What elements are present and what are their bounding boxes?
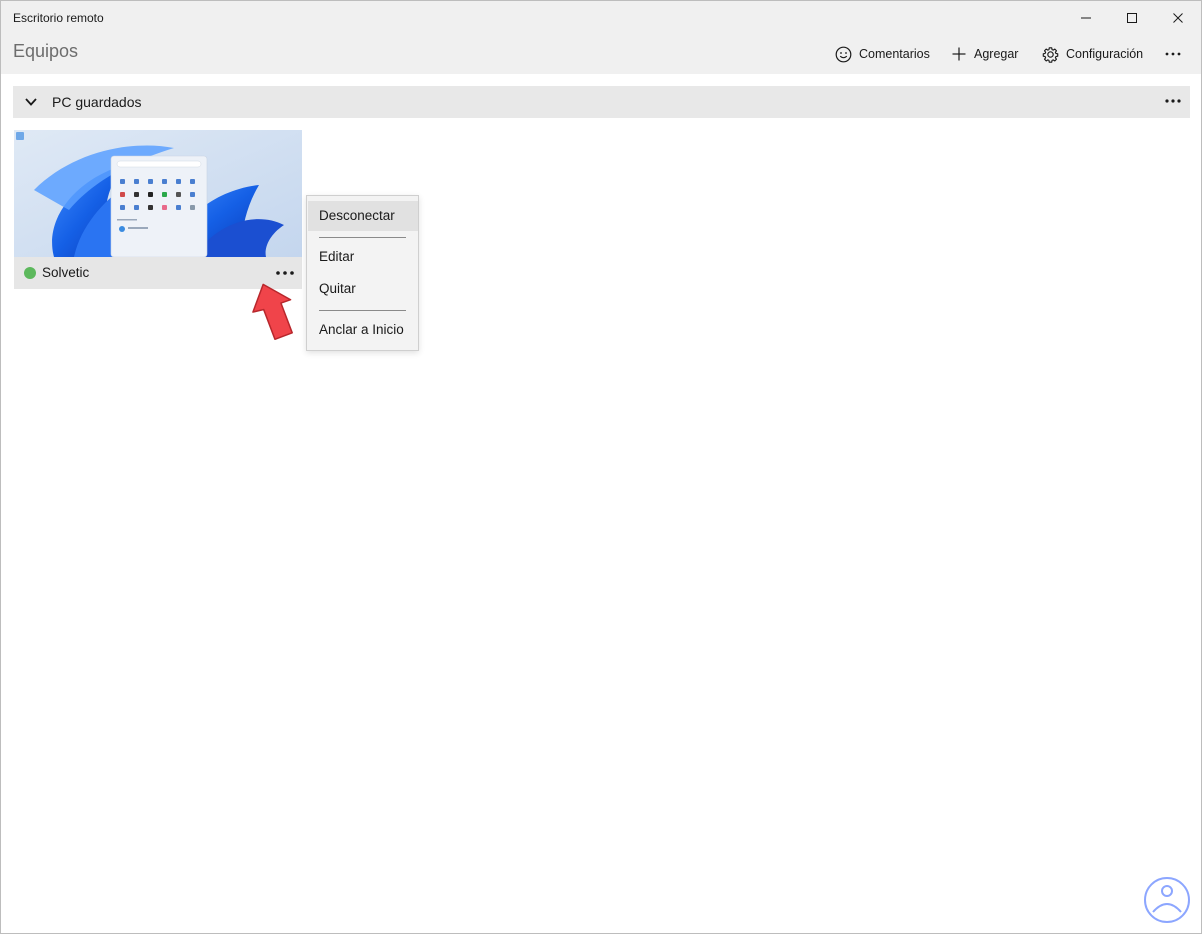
menu-item-quitar[interactable]: Quitar	[308, 274, 418, 304]
gear-icon	[1042, 46, 1059, 63]
configuracion-button[interactable]: Configuración	[1042, 41, 1143, 67]
maximize-button[interactable]	[1109, 1, 1155, 35]
status-indicator	[24, 267, 36, 279]
maximize-icon	[1127, 13, 1137, 23]
title-bar[interactable]: Escritorio remoto	[1, 1, 1201, 35]
agregar-label: Agregar	[974, 47, 1019, 61]
comentarios-button[interactable]: Comentarios	[835, 41, 930, 67]
close-icon	[1173, 13, 1183, 23]
menu-item-desconectar[interactable]: Desconectar	[308, 201, 418, 231]
group-label: PC guardados	[52, 94, 142, 110]
smiley-icon	[835, 46, 852, 62]
annotation-arrow-icon	[252, 283, 293, 341]
page-title: Equipos	[13, 41, 79, 61]
minimize-icon	[1081, 17, 1091, 19]
plus-icon	[952, 47, 966, 61]
minimize-button[interactable]	[1063, 1, 1109, 35]
menu-item-editar[interactable]: Editar	[308, 242, 418, 272]
context-menu: Desconectar Editar Quitar Anclar a Inici…	[306, 195, 419, 351]
app-window: Escritorio remoto Equipos Comentarios Ag…	[0, 0, 1202, 934]
command-bar: Equipos Comentarios Agregar Configuració	[1, 35, 1201, 74]
configuracion-label: Configuración	[1066, 47, 1144, 61]
menu-item-label: Desconectar	[319, 208, 395, 223]
menu-item-anclar-a-inicio[interactable]: Anclar a Inicio	[308, 315, 418, 345]
group-more-icon[interactable]	[1164, 98, 1182, 104]
app-title: Escritorio remoto	[13, 11, 104, 25]
menu-item-label: Editar	[319, 249, 355, 264]
menu-item-label: Quitar	[319, 281, 356, 296]
watermark-logo-icon	[1144, 877, 1190, 923]
windows-bloom-wallpaper-image	[14, 130, 302, 257]
menu-item-label: Anclar a Inicio	[319, 322, 404, 337]
menu-separator	[319, 310, 406, 311]
tile-more-icon[interactable]	[274, 267, 296, 279]
close-button[interactable]	[1155, 1, 1201, 35]
desktop-thumbnail	[14, 130, 302, 257]
chevron-down-icon[interactable]	[24, 95, 38, 109]
ellipsis-icon	[1165, 52, 1181, 56]
agregar-button[interactable]: Agregar	[951, 41, 1018, 67]
comentarios-label: Comentarios	[859, 47, 930, 61]
pc-tile[interactable]: Solvetic	[14, 130, 302, 289]
group-header-pc-guardados[interactable]: PC guardados	[13, 86, 1190, 118]
pc-name: Solvetic	[42, 265, 90, 280]
menu-separator	[319, 237, 406, 238]
more-options-button[interactable]	[1165, 41, 1188, 67]
